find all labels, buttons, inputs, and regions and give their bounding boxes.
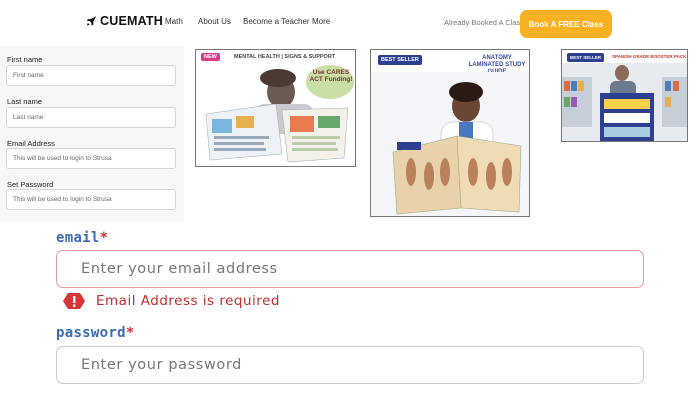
new-badge: NEW xyxy=(201,53,220,61)
already-booked-text: Already Booked A Class? xyxy=(444,18,529,27)
password-label: password* xyxy=(56,325,135,341)
last-name-label: Last name xyxy=(7,97,43,106)
best-seller-badge: BEST SELLER xyxy=(378,55,422,65)
best-seller-badge: BEST SELLER xyxy=(567,53,605,62)
first-name-label: First name xyxy=(7,55,43,64)
product-title: MENTAL HEALTH | SIGNS & SUPPORT xyxy=(234,54,336,60)
email-label: email* xyxy=(56,230,108,246)
email-error-message: Email Address is required xyxy=(62,292,280,310)
cuemath-logo[interactable]: CUEMATH xyxy=(86,14,163,28)
rocket-icon xyxy=(86,16,97,26)
password-label-text: password xyxy=(56,325,126,341)
top-navbar: CUEMATH Math About Us Become a Teacher M… xyxy=(0,0,700,46)
email-input[interactable] xyxy=(56,250,644,288)
nav-link-more[interactable]: More xyxy=(312,17,330,26)
required-asterisk: * xyxy=(99,230,109,246)
signup-form: First name Last name Email Address Set P… xyxy=(0,46,184,222)
product-title: SPANISH GRADE BOOSTER PACK xyxy=(612,54,687,59)
promo-bubble-text: Use CARES ACT Funding! xyxy=(309,69,353,84)
nav-link-math[interactable]: Math xyxy=(165,17,183,26)
set-password-input[interactable] xyxy=(6,189,176,210)
book-free-class-button[interactable]: Book A FREE Class xyxy=(520,10,612,38)
spanish-pack-image xyxy=(562,63,687,141)
required-asterisk: * xyxy=(125,325,135,341)
email-error-text: Email Address is required xyxy=(96,293,280,309)
email-address-input[interactable] xyxy=(6,148,176,169)
first-name-input[interactable] xyxy=(6,65,176,86)
password-input[interactable] xyxy=(56,346,644,384)
product-anatomy[interactable]: BEST SELLER ANATOMY LAMINATED STUDY GUID… xyxy=(370,49,530,217)
last-name-input[interactable] xyxy=(6,107,176,128)
error-icon xyxy=(63,293,85,309)
email-address-label: Email Address xyxy=(7,139,55,148)
logo-text: CUEMATH xyxy=(100,14,163,28)
set-password-label: Set Password xyxy=(7,180,54,189)
nav-link-about-us[interactable]: About Us xyxy=(198,17,231,26)
product-mental-health[interactable]: NEW MENTAL HEALTH | SIGNS & SUPPORT Use … xyxy=(195,49,356,167)
product-spanish[interactable]: BEST SELLER SPANISH GRADE BOOSTER PACK xyxy=(561,49,688,142)
anatomy-guide-image xyxy=(371,72,529,216)
email-label-text: email xyxy=(56,230,100,246)
nav-link-become-teacher[interactable]: Become a Teacher xyxy=(243,17,310,26)
